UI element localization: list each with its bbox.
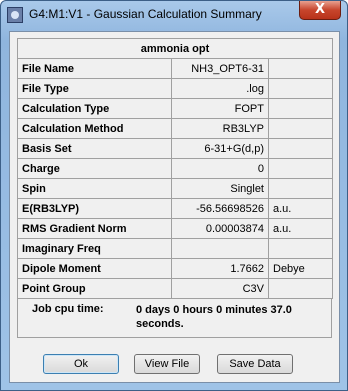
row-value: .log bbox=[171, 78, 269, 99]
summary-header: ammonia opt bbox=[16, 38, 334, 59]
row-unit bbox=[267, 58, 334, 79]
row-label: File Type bbox=[17, 78, 172, 99]
row-label: Charge bbox=[17, 158, 172, 179]
row-unit bbox=[267, 278, 334, 299]
row-label: Calculation Type bbox=[17, 98, 172, 119]
row-value: 1.7662 bbox=[171, 258, 269, 279]
row-unit: Debye bbox=[267, 258, 334, 279]
row-value: NH3_OPT6-31 bbox=[171, 58, 269, 79]
row-value: 0.00003874 bbox=[171, 218, 269, 239]
row-unit bbox=[267, 238, 334, 259]
row-unit bbox=[267, 118, 334, 139]
row-value: Singlet bbox=[171, 178, 269, 199]
save-data-button[interactable]: Save Data bbox=[217, 354, 293, 374]
row-unit bbox=[267, 158, 334, 179]
gaussview-app-icon[interactable] bbox=[7, 7, 23, 23]
title-bar[interactable]: G4:M1:V1 - Gaussian Calculation Summary … bbox=[1, 1, 347, 29]
row-unit: a.u. bbox=[267, 218, 334, 239]
row-value: -56.56698526 bbox=[171, 198, 269, 219]
row-label: Point Group bbox=[17, 278, 172, 299]
table-row: Calculation Type FOPT bbox=[17, 98, 334, 119]
cpu-time-label: Job cpu time: bbox=[32, 303, 104, 315]
close-button[interactable]: X bbox=[299, 1, 341, 20]
row-unit bbox=[267, 138, 334, 159]
cpu-time-value: 0 days 0 hours 0 minutes 37.0 seconds. bbox=[136, 304, 292, 330]
row-label: E(RB3LYP) bbox=[17, 198, 172, 219]
row-unit: a.u. bbox=[267, 198, 334, 219]
row-value: FOPT bbox=[171, 98, 269, 119]
row-value: C3V bbox=[171, 278, 269, 299]
row-unit bbox=[267, 98, 334, 119]
table-row: File Type .log bbox=[17, 78, 334, 99]
row-label: Spin bbox=[17, 178, 172, 199]
row-unit bbox=[267, 78, 334, 99]
row-label: Dipole Moment bbox=[17, 258, 172, 279]
table-row: Calculation Method RB3LYP bbox=[17, 118, 334, 139]
table-row: Basis Set 6-31+G(d,p) bbox=[17, 138, 334, 159]
summary-window: G4:M1:V1 - Gaussian Calculation Summary … bbox=[0, 0, 348, 391]
table-row: Dipole Moment 1.7662 Debye bbox=[17, 258, 334, 279]
row-label: Imaginary Freq bbox=[17, 238, 172, 259]
row-value: 6-31+G(d,p) bbox=[171, 138, 269, 159]
window-title: G4:M1:V1 - Gaussian Calculation Summary bbox=[29, 7, 262, 21]
summary-header-row: ammonia opt bbox=[16, 38, 334, 59]
table-row: Spin Singlet bbox=[17, 178, 334, 199]
row-label: Basis Set bbox=[17, 138, 172, 159]
table-row: Point Group C3V bbox=[17, 278, 334, 299]
row-label: RMS Gradient Norm bbox=[17, 218, 172, 239]
table-row: RMS Gradient Norm 0.00003874 a.u. bbox=[17, 218, 334, 239]
table-row: E(RB3LYP) -56.56698526 a.u. bbox=[17, 198, 334, 219]
table-row: Charge 0 bbox=[17, 158, 334, 179]
summary-table: ammonia opt File Name NH3_OPT6-31 File T… bbox=[16, 38, 334, 299]
table-row: Imaginary Freq bbox=[17, 238, 334, 259]
view-file-button[interactable]: View File bbox=[134, 354, 200, 374]
table-row: File Name NH3_OPT6-31 bbox=[17, 58, 334, 79]
dialog-client-area: ammonia opt File Name NH3_OPT6-31 File T… bbox=[9, 31, 340, 383]
row-label: File Name bbox=[17, 58, 172, 79]
cpu-time-section: Job cpu time: 0 days 0 hours 0 minutes 3… bbox=[17, 298, 332, 338]
row-unit bbox=[267, 178, 334, 199]
row-label: Calculation Method bbox=[17, 118, 172, 139]
row-value bbox=[171, 238, 269, 259]
row-value: 0 bbox=[171, 158, 269, 179]
row-value: RB3LYP bbox=[171, 118, 269, 139]
ok-button[interactable]: Ok bbox=[43, 354, 119, 374]
